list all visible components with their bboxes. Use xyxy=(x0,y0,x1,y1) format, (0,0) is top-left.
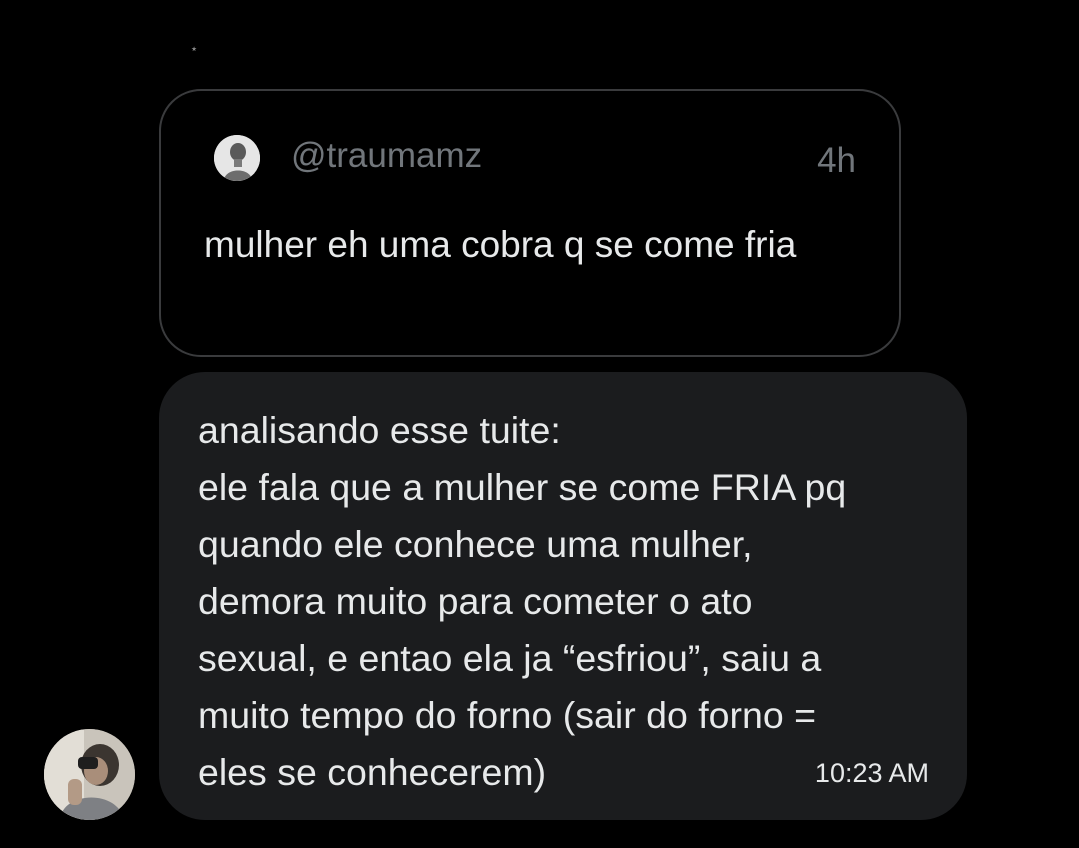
sparkle-icon: ⋆ xyxy=(190,41,199,56)
quoted-author-avatar[interactable] xyxy=(214,135,260,181)
quoted-post-time: 4h xyxy=(817,141,856,180)
quoted-post-text: mulher eh uma cobra q se come fria xyxy=(204,224,797,265)
message-line: muito tempo do forno (sair do forno = xyxy=(198,694,817,736)
person-photo-icon xyxy=(214,135,260,181)
quoted-author-handle[interactable]: @traumamz xyxy=(291,136,482,176)
message-line: demora muito para cometer o ato xyxy=(198,580,753,622)
message-line: ele fala que a mulher se come FRIA pq xyxy=(198,466,847,508)
person-photo-icon xyxy=(44,729,135,820)
message-line: analisando esse tuite: xyxy=(198,409,561,451)
quoted-post-card[interactable]: @traumamz 4h mulher eh uma cobra q se co… xyxy=(159,89,901,357)
message-line: quando ele conhece uma mulher, xyxy=(198,523,753,565)
message-timestamp: 10:23 AM xyxy=(814,758,929,788)
message-bubble[interactable]: analisando esse tuite: ele fala que a mu… xyxy=(159,372,967,820)
message-text: analisando esse tuite: ele fala que a mu… xyxy=(198,402,938,801)
message-line: sexual, e entao ela ja “esfriou”, saiu a xyxy=(198,637,822,679)
sender-avatar[interactable] xyxy=(44,729,135,820)
